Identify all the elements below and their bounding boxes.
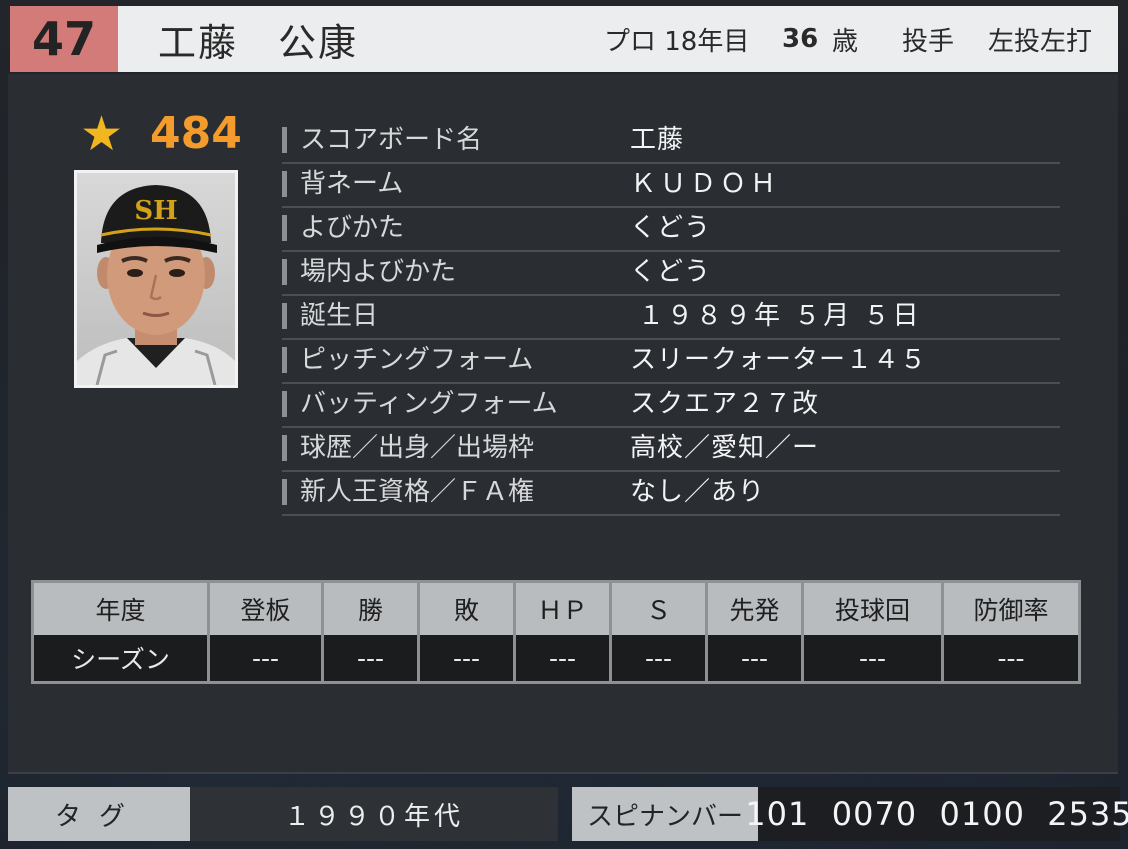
profile-row-birthday: 誕生日 １９８９年 ５月 ５日 bbox=[282, 294, 1060, 340]
profile-label: バッティングフォーム bbox=[300, 389, 558, 419]
position: 投手 bbox=[902, 26, 955, 57]
stats-header-innings: 投球回 bbox=[804, 583, 944, 635]
stats-header-games: 登板 bbox=[210, 583, 324, 635]
row-marker bbox=[282, 171, 287, 197]
profile-value: 高校／愛知／ー bbox=[630, 433, 820, 463]
row-marker bbox=[282, 391, 287, 417]
profile-label: よびかた bbox=[300, 213, 405, 243]
profile-label: 球歴／出身／出場枠 bbox=[300, 433, 535, 463]
row-marker bbox=[282, 435, 287, 461]
row-marker bbox=[282, 127, 287, 153]
age-unit: 歳 bbox=[832, 26, 859, 57]
profile-label: ピッチングフォーム bbox=[300, 345, 534, 375]
uniform-number: 47 bbox=[10, 6, 118, 72]
stats-cell-holds: --- bbox=[516, 635, 612, 681]
handedness: 左投左打 bbox=[988, 26, 1093, 57]
player-portrait-image: SH bbox=[77, 185, 235, 385]
profile-row-scoreboard: スコアボード名 工藤 bbox=[282, 118, 1060, 164]
row-marker bbox=[282, 479, 287, 505]
profile-value: くどう bbox=[630, 257, 712, 287]
stats-header-saves: Ｓ bbox=[612, 583, 708, 635]
stats-header-wins: 勝 bbox=[324, 583, 420, 635]
profile-row-stadium-reading: 場内よびかた くどう bbox=[282, 250, 1060, 296]
profile-row-rookie-fa: 新人王資格／ＦＡ権 なし／あり bbox=[282, 470, 1060, 516]
tag-value: １９９０年代 bbox=[190, 787, 558, 841]
spin-number-label: スピナンバー bbox=[572, 787, 758, 841]
profile-value: １９８９年 ５月 ５日 bbox=[638, 301, 922, 331]
profile-label: 場内よびかた bbox=[300, 257, 457, 287]
overall-rating: 484 bbox=[150, 108, 242, 159]
row-marker bbox=[282, 215, 287, 241]
player-portrait: SH bbox=[74, 170, 238, 388]
profile-row-career: 球歴／出身／出場枠 高校／愛知／ー bbox=[282, 426, 1060, 472]
row-marker bbox=[282, 303, 287, 329]
stats-header-holds: ＨＰ bbox=[516, 583, 612, 635]
stats-header-era: 防御率 bbox=[944, 583, 1078, 635]
stats-cell-wins: --- bbox=[324, 635, 420, 681]
profile-label: 誕生日 bbox=[300, 301, 379, 331]
stats-header-losses: 敗 bbox=[420, 583, 516, 635]
tag-label: タグ bbox=[8, 787, 190, 841]
stats-cell-losses: --- bbox=[420, 635, 516, 681]
profile-value: スリークォーター１４５ bbox=[630, 345, 928, 375]
profile-label: 新人王資格／ＦＡ権 bbox=[300, 477, 535, 507]
profile-row-batting-form: バッティングフォーム スクエア２７改 bbox=[282, 382, 1060, 428]
profile-row-back-name: 背ネーム ＫＵＤＯＨ bbox=[282, 162, 1060, 208]
stats-cell-games: --- bbox=[210, 635, 324, 681]
spin-number-value: 101 0070 0100 2535 bbox=[745, 787, 1128, 841]
stats-table: 年度 登板 勝 敗 ＨＰ Ｓ 先発 投球回 防御率 シーズン --- --- -… bbox=[31, 580, 1081, 684]
profile-row-pitching-form: ピッチングフォーム スリークォーター１４５ bbox=[282, 338, 1060, 384]
profile-label: スコアボード名 bbox=[300, 125, 483, 155]
profile-label: 背ネーム bbox=[300, 169, 404, 199]
svg-text:SH: SH bbox=[134, 196, 177, 226]
pro-years: プロ 18年目 bbox=[604, 26, 750, 57]
profile-value: 工藤 bbox=[630, 125, 685, 155]
age-value: 36 bbox=[782, 24, 819, 54]
row-marker bbox=[282, 259, 287, 285]
stats-cell-innings: --- bbox=[804, 635, 944, 681]
profile-value: スクエア２７改 bbox=[630, 389, 820, 419]
stats-cell-saves: --- bbox=[612, 635, 708, 681]
profile-value: くどう bbox=[630, 213, 712, 243]
star-icon: ★ bbox=[80, 106, 124, 162]
player-name: 工藤 公康 bbox=[158, 20, 359, 65]
profile-value: ＫＵＤＯＨ bbox=[630, 169, 781, 199]
stats-cell-era: --- bbox=[944, 635, 1078, 681]
stats-cell-year: シーズン bbox=[34, 635, 210, 681]
stats-cell-starts: --- bbox=[708, 635, 804, 681]
profile-value: なし／あり bbox=[630, 477, 766, 507]
profile-row-reading: よびかた くどう bbox=[282, 206, 1060, 252]
row-marker bbox=[282, 347, 287, 373]
stats-header-starts: 先発 bbox=[708, 583, 804, 635]
stats-header-year: 年度 bbox=[34, 583, 210, 635]
